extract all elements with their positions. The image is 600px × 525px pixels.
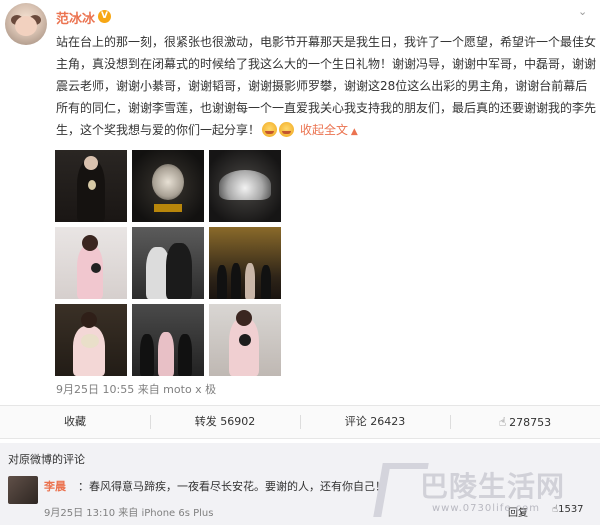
comments-section: 对原微博的评论 李晨 ：春风得意马蹄疾，一夜看尽长安花。要谢的人，还有你自己！ …	[0, 443, 600, 525]
post-body: 站在台上的那一刻，很紧张也很激动，电影节开幕那天是我生日，我许了一个愿望，希望许…	[56, 35, 597, 137]
like-button[interactable]: ☝ 278753	[450, 406, 600, 438]
author-avatar[interactable]	[5, 3, 47, 45]
commenter-name[interactable]: 李晨	[44, 478, 66, 494]
photo-grid	[55, 150, 281, 376]
verified-badge: V	[98, 10, 111, 23]
collapse-link[interactable]: 收起全文 ▲	[300, 123, 358, 137]
comment-text: ：春风得意马蹄疾，一夜看尽长安花。要谢的人，还有你自己！	[78, 480, 386, 493]
photo-9[interactable]	[209, 304, 281, 376]
post-text: 站在台上的那一刻，很紧张也很激动，电影节开幕那天是我生日，我许了一个愿望，希望许…	[56, 31, 596, 143]
photo-6[interactable]	[209, 227, 281, 299]
favorite-button[interactable]: 收藏	[0, 406, 150, 438]
photo-1[interactable]	[55, 150, 127, 222]
photo-3[interactable]	[209, 150, 281, 222]
photo-7[interactable]	[55, 304, 127, 376]
action-bar: 收藏 转发 56902 评论 26423 ☝ 278753	[0, 405, 600, 439]
repost-button[interactable]: 转发 56902	[150, 406, 300, 438]
comment-like-count: 1537	[558, 504, 584, 515]
chevron-down-icon[interactable]: ⌄	[578, 6, 592, 17]
thumb-up-icon: ☝	[498, 415, 507, 429]
collapse-arrow-icon: ▲	[348, 127, 358, 137]
weibo-post: 范冰冰 V ⌄ 站在台上的那一刻，很紧张也很激动，电影节开幕那天是我生日，我许了…	[0, 0, 600, 440]
author-name[interactable]: 范冰冰	[56, 8, 95, 27]
comment-button[interactable]: 评论 26423	[300, 406, 450, 438]
comment-meta: 9月25日 13:10 来自 iPhone 6s Plus	[44, 508, 214, 519]
post-meta: 9月25日 10:55 来自 moto x 极	[56, 383, 217, 396]
comments-title: 对原微博的评论	[8, 453, 85, 466]
photo-5[interactable]	[132, 227, 204, 299]
reply-button[interactable]: 回复	[508, 504, 528, 519]
commenter-avatar[interactable]	[8, 476, 38, 504]
like-count: 278753	[509, 416, 552, 429]
comment-like-button[interactable]: ☝1537	[552, 504, 584, 515]
smile-emoji-icon	[279, 122, 295, 137]
photo-8[interactable]	[132, 304, 204, 376]
photo-2[interactable]	[132, 150, 204, 222]
smile-emoji-icon	[262, 122, 278, 137]
photo-4[interactable]	[55, 227, 127, 299]
collapse-label[interactable]: 收起全文	[300, 123, 348, 137]
